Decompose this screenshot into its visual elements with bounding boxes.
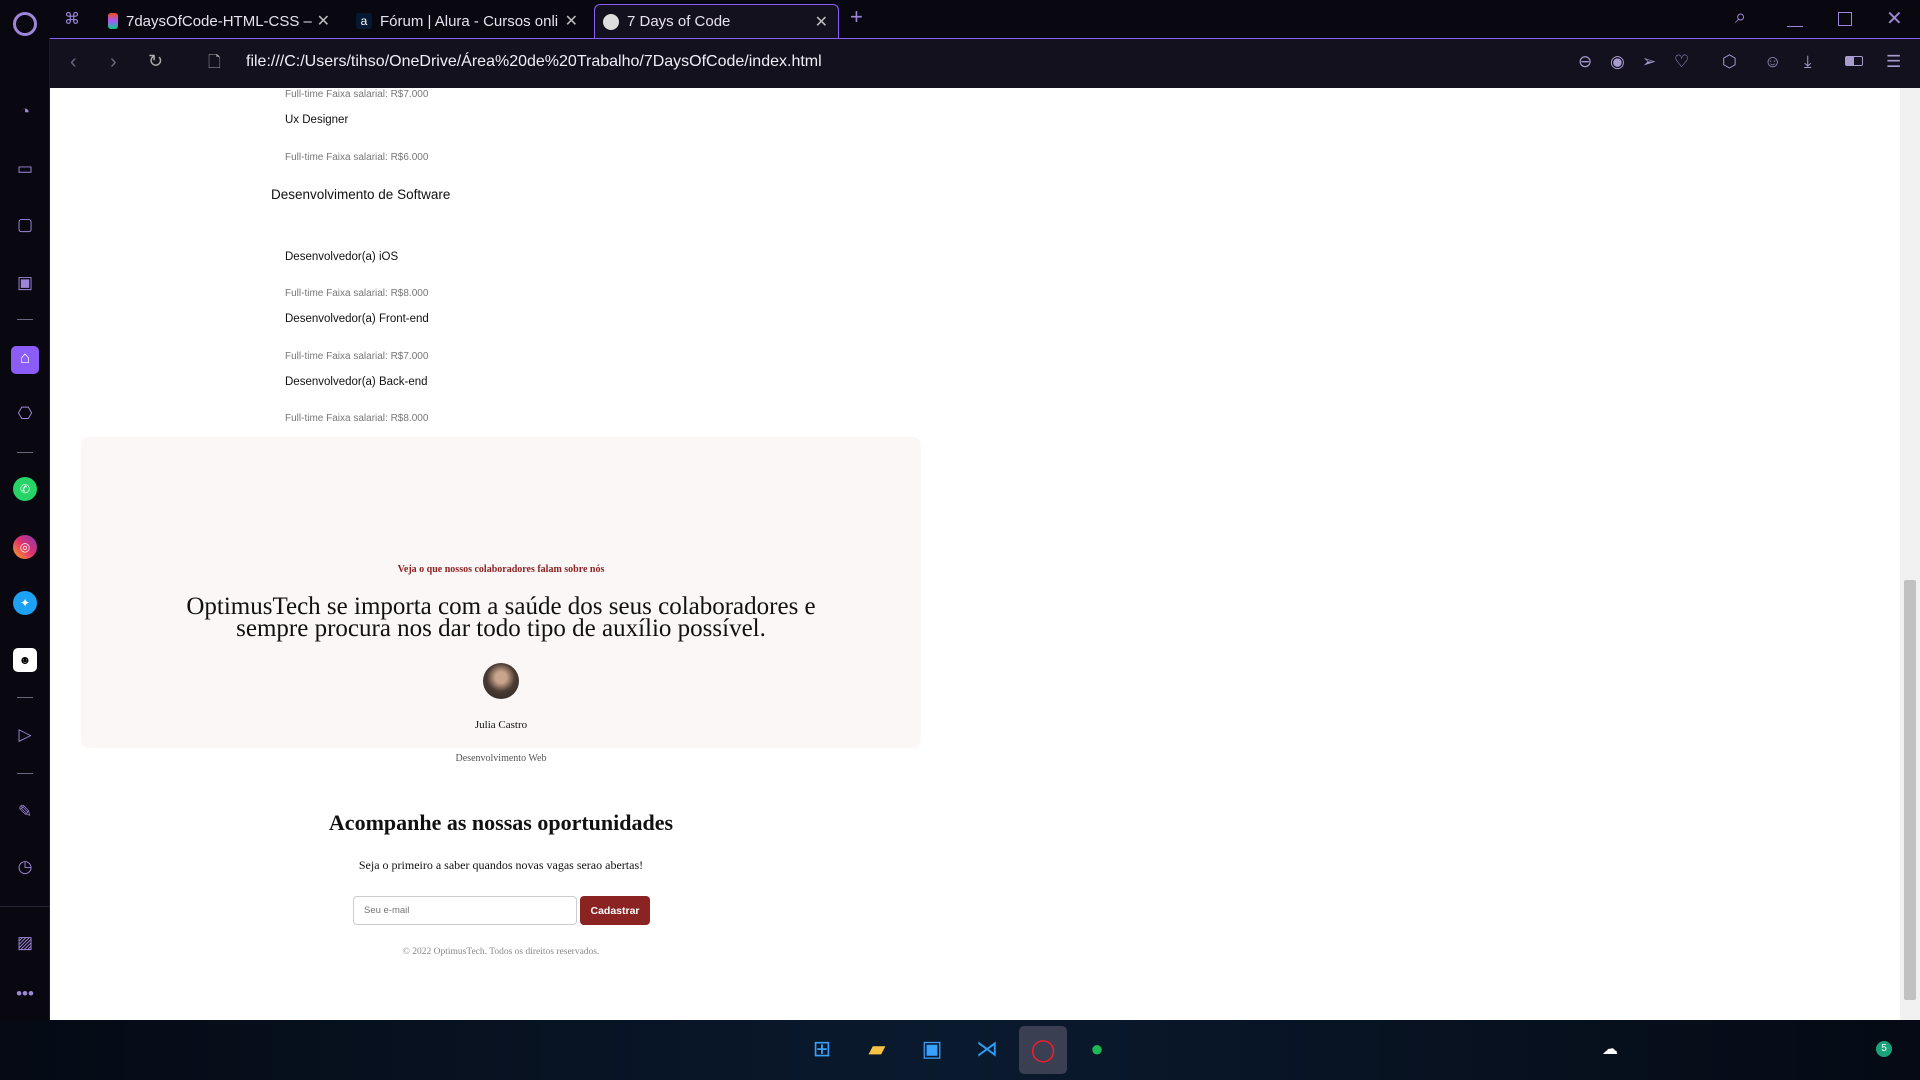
settings-sliders-icon[interactable]: ☰ [1886, 52, 1901, 72]
player-icon[interactable]: ▷ [13, 723, 37, 747]
tab-7-days-of-code[interactable]: 7 Days of Code ✕ [594, 4, 839, 38]
divider [17, 697, 33, 698]
globe-icon [603, 13, 619, 30]
store-icon[interactable]: ▣ [914, 1031, 950, 1067]
gallery-icon[interactable]: ▨ [13, 931, 37, 955]
instagram-icon[interactable]: ◎ [13, 535, 37, 559]
divider [17, 773, 33, 774]
back-button[interactable]: ‹ [70, 51, 77, 74]
close-tab-icon[interactable]: ✕ [317, 11, 330, 31]
whatsapp-icon[interactable]: ✆ [13, 477, 37, 501]
newsletter-subtitle: Seja o primeiro a saber quandos novas va… [358, 858, 644, 872]
address-bar: ‹ › ↻ 🗋 file:///C:/Users/tihso/OneDrive/… [50, 38, 1920, 88]
divider [0, 906, 50, 907]
job-title: Ux Designer [285, 114, 349, 126]
more-icon[interactable]: ••• [13, 982, 37, 1006]
job-salary: Full-time Faixa salarial: R$8.000 [285, 288, 429, 299]
new-tab-button[interactable]: + [850, 4, 863, 30]
twitch-icon[interactable]: ▢ [13, 213, 37, 237]
page-content: Full-time Faixa salarial: R$7.000 Ux Des… [50, 88, 1900, 1020]
testimonial-label: Veja o que nossos colaboradores falam so… [397, 564, 605, 575]
notification-badge[interactable]: 5 [1876, 1041, 1892, 1057]
search-tabs-icon[interactable]: ⌕ [1735, 6, 1746, 29]
windows-start-icon[interactable]: ⊞ [804, 1031, 840, 1067]
zoom-icon[interactable]: ⊖ [1578, 52, 1592, 72]
close-tab-icon[interactable]: ✕ [565, 11, 578, 31]
speed-dial-icon[interactable]: ◔ [13, 100, 37, 124]
reload-button[interactable]: ↻ [148, 51, 163, 72]
minimize-button[interactable] [1787, 26, 1803, 27]
history-icon[interactable]: ◷ [13, 855, 37, 879]
battery-icon[interactable] [1845, 56, 1863, 66]
divider [17, 319, 33, 320]
close-window-button[interactable]: ✕ [1886, 6, 1903, 31]
subscribe-button[interactable]: Cadastrar [580, 896, 650, 925]
vscode-icon[interactable]: ⋊ [969, 1031, 1005, 1067]
shopping-icon[interactable]: ▭ [13, 157, 37, 181]
newsletter-title: Acompanhe as nossas oportunidades [328, 810, 674, 835]
alura-icon: a [356, 13, 372, 29]
testimonial-quote: sempre procura nos dar todo tipo de auxí… [236, 615, 766, 642]
home-icon[interactable]: ⌂ [11, 346, 39, 374]
twitter-icon[interactable]: ✦ [13, 591, 37, 615]
forward-button[interactable]: › [110, 51, 117, 74]
testimonial-card: Veja o que nossos colaboradores falam so… [81, 437, 921, 764]
opera-taskbar-icon[interactable]: ◯ [1019, 1026, 1067, 1074]
onedrive-cloud-icon[interactable]: ☁ [1592, 1031, 1628, 1067]
job-salary: Full-time Faixa salarial: R$7.000 [285, 351, 429, 362]
taskbar [0, 1020, 1920, 1080]
tab-figma[interactable]: 7daysOfCode-HTML-CSS – ✕ [100, 4, 340, 38]
tab-bar: ⌘ 7daysOfCode-HTML-CSS – ✕ a Fórum | Alura… [0, 0, 1920, 38]
camera-icon[interactable]: ◉ [1610, 52, 1625, 72]
file-explorer-icon[interactable]: ▰ [859, 1031, 895, 1067]
close-tab-icon[interactable]: ✕ [815, 12, 828, 32]
discord-icon[interactable]: ☻ [13, 648, 37, 672]
testimonial-role: Desenvolvimento Web [455, 753, 547, 764]
opera-logo-icon[interactable] [13, 12, 37, 36]
url-field[interactable]: file:///C:/Users/tihso/OneDrive/Área%20d… [246, 53, 822, 71]
job-salary: Full-time Faixa salarial: R$6.000 [285, 152, 429, 163]
profile-icon[interactable]: ☺ [1764, 52, 1781, 72]
download-icon[interactable]: ⤓ [1804, 52, 1812, 72]
testimonial-name: Julia Castro [474, 719, 528, 731]
cube-icon[interactable]: ⬡ [1722, 52, 1737, 72]
avatar [483, 663, 519, 699]
job-salary: Full-time Faixa salarial: R$7.000 [285, 89, 429, 100]
spotify-icon[interactable]: ● [1079, 1031, 1115, 1067]
footer-copyright: © 2022 OptimusTech. Todos os direitos re… [402, 947, 600, 957]
restore-button[interactable] [1838, 12, 1852, 26]
job-title: Desenvolvedor(a) iOS [285, 251, 399, 263]
game-icon[interactable]: ⎔ [13, 402, 37, 426]
figma-icon [108, 13, 118, 29]
file-icon: 🗋 [208, 54, 221, 71]
job-title: Desenvolvedor(a) Front-end [285, 313, 429, 325]
tab-alura[interactable]: a Fórum | Alura - Cursos onli ✕ [348, 4, 588, 38]
job-salary: Full-time Faixa salarial: R$8.000 [285, 413, 429, 424]
heart-icon[interactable]: ♡ [1674, 52, 1689, 72]
send-icon[interactable]: ➢ [1642, 52, 1656, 72]
job-title: Desenvolvedor(a) Back-end [285, 376, 428, 388]
job-category: Desenvolvimento de Software [271, 187, 451, 202]
sidebar: ◔ ▭ ▢ ▣ ⌂ ⎔ ✆ ◎ ✦ ☻ ▷ ✎ ◷ ▨ ••• [0, 38, 50, 1020]
email-input[interactable] [353, 896, 577, 925]
scrollbar-thumb[interactable] [1904, 580, 1916, 1000]
pinboard-icon[interactable]: ✎ [13, 800, 37, 824]
divider [17, 452, 33, 453]
chip-icon[interactable]: ▣ [13, 271, 37, 295]
gamepad-icon[interactable]: ⌘ [64, 9, 80, 29]
